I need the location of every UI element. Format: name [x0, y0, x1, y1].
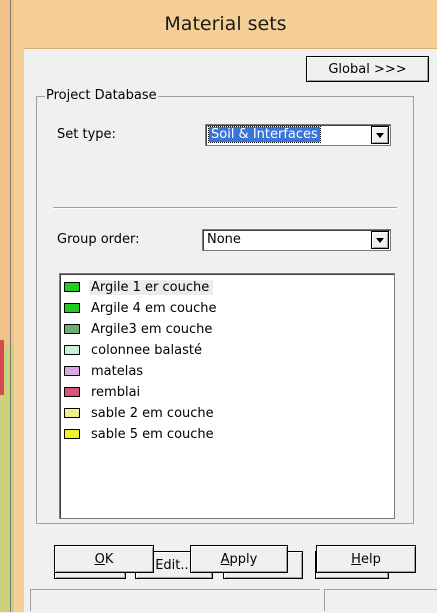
dialog-client-area: Global >>> Project Database Set type: So… — [24, 48, 437, 613]
list-item[interactable]: colonnee balasté — [64, 340, 206, 360]
material-name: Argile 1 er couche — [89, 279, 214, 295]
group-title: Project Database — [45, 88, 158, 103]
material-list[interactable]: Argile 1 er couche Argile 4 em couche Ar… — [59, 273, 395, 519]
set-type-value: Soil & Interfaces — [208, 126, 321, 143]
global-button[interactable]: Global >>> — [306, 56, 429, 82]
material-name: matelas — [91, 363, 144, 379]
help-label: elp — [360, 551, 381, 567]
set-type-label: Set type: — [57, 127, 116, 142]
apply-label: pply — [229, 551, 258, 567]
list-item[interactable]: Argile 1 er couche — [64, 277, 214, 297]
separator — [53, 207, 397, 209]
material-name: sable 2 em couche — [91, 405, 214, 421]
material-color-swatch — [64, 345, 80, 355]
material-color-swatch — [64, 429, 80, 439]
material-color-swatch — [64, 303, 80, 313]
ok-button[interactable]: OK — [54, 545, 154, 573]
material-color-swatch — [64, 387, 80, 397]
help-mnemonic: H — [351, 551, 361, 567]
status-bar — [24, 581, 437, 613]
material-name: sable 5 em couche — [91, 426, 214, 442]
ok-mnemonic: O — [94, 551, 105, 567]
list-item[interactable]: sable 2 em couche — [64, 403, 218, 423]
material-color-swatch — [64, 282, 80, 292]
list-item[interactable]: remblai — [64, 382, 144, 402]
background-divider — [10, 0, 11, 612]
help-button[interactable]: Help — [316, 545, 416, 573]
list-item[interactable]: Argile3 em couche — [64, 319, 216, 339]
group-order-value: None — [207, 232, 241, 247]
material-name: Argile 4 em couche — [91, 300, 217, 316]
list-item[interactable]: matelas — [64, 361, 147, 381]
group-order-label: Group order: — [57, 232, 140, 247]
list-item[interactable]: sable 5 em couche — [64, 424, 218, 444]
background-window-edge — [0, 0, 14, 612]
ok-label: K — [104, 551, 114, 567]
chevron-down-icon[interactable] — [371, 231, 389, 249]
material-color-swatch — [64, 408, 80, 418]
group-order-dropdown[interactable]: None — [202, 229, 391, 251]
set-type-dropdown[interactable]: Soil & Interfaces — [205, 124, 391, 146]
status-panel-right — [324, 589, 437, 611]
window-title: Material sets — [164, 13, 287, 35]
background-accent — [0, 340, 4, 395]
material-name: colonnee balasté — [91, 342, 202, 358]
material-name: Argile3 em couche — [91, 321, 213, 337]
material-color-swatch — [64, 366, 80, 376]
title-bar[interactable]: Material sets — [14, 0, 437, 48]
material-color-swatch — [64, 324, 80, 334]
material-name: remblai — [91, 384, 141, 400]
apply-button[interactable]: Apply — [190, 545, 288, 573]
list-item[interactable]: Argile 4 em couche — [64, 298, 221, 318]
status-panel-left — [30, 589, 320, 611]
material-sets-window: Material sets Global >>> Project Databas… — [14, 0, 437, 613]
apply-mnemonic: A — [220, 551, 230, 567]
project-database-group: Project Database Set type: Soil & Interf… — [36, 88, 414, 579]
chevron-down-icon[interactable] — [371, 126, 389, 144]
